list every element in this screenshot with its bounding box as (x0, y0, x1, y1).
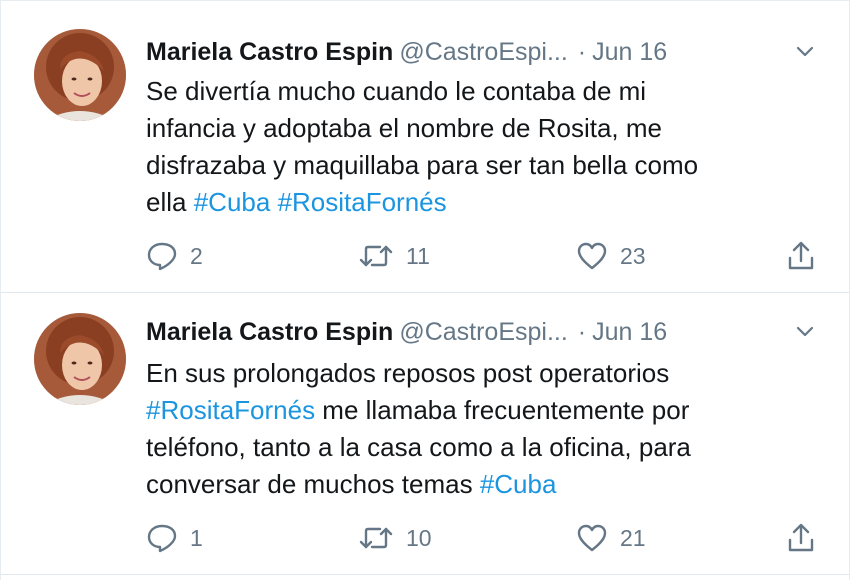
avatar[interactable] (34, 29, 126, 121)
retweet-count: 10 (406, 524, 432, 551)
reply-icon (147, 242, 177, 271)
tweet-text-line: teléfono, tanto a la casa como a la ofic… (146, 429, 826, 466)
text-segment: me llamaba frecuentemente por (315, 395, 690, 425)
like-count: 23 (620, 242, 646, 269)
reply-button[interactable]: 2 (146, 239, 203, 273)
share-icon (788, 523, 814, 552)
share-icon (788, 241, 814, 270)
avatar-image (34, 313, 126, 405)
hashtag-link[interactable]: #Cuba (480, 469, 557, 499)
chevron-down-icon (796, 46, 814, 57)
tweet-text-line: infancia y adoptaba el nombre de Rosita,… (146, 110, 826, 147)
reply-count: 1 (190, 524, 203, 551)
separator: · (577, 318, 587, 346)
text-segment: ella (146, 187, 194, 217)
tweet-text-line: #RositaFornés me llamaba frecuentemente … (146, 392, 826, 429)
tweet-text: Se divertía mucho cuando le contaba de m… (146, 73, 826, 221)
author-name[interactable]: Mariela Castro Espin (146, 318, 393, 346)
more-options-button[interactable] (793, 41, 817, 61)
like-button[interactable]: 21 (576, 521, 646, 555)
reply-count: 2 (190, 242, 203, 269)
tweet-actions: 2 11 23 (146, 239, 826, 273)
tweet-text-line: conversar de muchos temas #Cuba (146, 466, 826, 503)
tweet-text-line: Se divertía mucho cuando le contaba de m… (146, 73, 826, 110)
share-button[interactable] (786, 521, 816, 555)
more-options-button[interactable] (793, 321, 817, 341)
tweet-date[interactable]: Jun 16 (592, 318, 667, 346)
heart-icon (577, 524, 607, 552)
text-segment: disfrazaba y maquillaba para ser tan bel… (146, 150, 699, 180)
like-count: 21 (620, 524, 646, 551)
hashtag-link[interactable]: #RositaFornés (278, 187, 447, 217)
avatar[interactable] (34, 313, 126, 405)
tweet-header: Mariela Castro Espin @CastroEspi... · Jun 1… (146, 315, 786, 349)
tweet-feed: Mariela Castro Espin @CastroEspi... · Jun 1… (0, 0, 850, 580)
tweet-date[interactable]: Jun 16 (592, 38, 667, 66)
text-segment: conversar de muchos temas (146, 469, 480, 499)
tweet-text-line: disfrazaba y maquillaba para ser tan bel… (146, 147, 826, 184)
retweet-button[interactable]: 11 (358, 239, 430, 273)
retweet-icon (359, 245, 393, 267)
tweet[interactable]: Mariela Castro Espin @CastroEspi... · Jun 1… (1, 293, 849, 575)
hashtag-link[interactable]: #RositaFornés (146, 395, 315, 425)
text-segment: En sus prolongados reposos post operator… (146, 358, 670, 388)
tweet-text: En sus prolongados reposos post operator… (146, 355, 826, 503)
author-handle[interactable]: @CastroEspi... (399, 318, 567, 346)
text-segment: infancia y adoptaba el nombre de Rosita,… (146, 113, 662, 143)
text-segment: teléfono, tanto a la casa como a la ofic… (146, 432, 691, 462)
tweet-actions: 1 10 21 (146, 521, 826, 555)
like-button[interactable]: 23 (576, 239, 646, 273)
tweet-header: Mariela Castro Espin @CastroEspi... · Jun 1… (146, 35, 786, 69)
tweet[interactable]: Mariela Castro Espin @CastroEspi... · Jun 1… (1, 1, 849, 293)
heart-icon (577, 242, 607, 270)
retweet-button[interactable]: 10 (358, 521, 432, 555)
retweet-count: 11 (406, 242, 430, 269)
reply-icon (147, 524, 177, 553)
reply-button[interactable]: 1 (146, 521, 203, 555)
text-segment (270, 187, 277, 217)
tweet-text-line: ella #Cuba #RositaFornés (146, 184, 826, 221)
separator: · (577, 38, 587, 66)
chevron-down-icon (796, 326, 814, 337)
text-segment: Se divertía mucho cuando le contaba de m… (146, 76, 647, 106)
share-button[interactable] (786, 239, 816, 273)
hashtag-link[interactable]: #Cuba (194, 187, 271, 217)
author-handle[interactable]: @CastroEspi... (399, 38, 567, 66)
avatar-image (34, 29, 126, 121)
author-name[interactable]: Mariela Castro Espin (146, 38, 393, 66)
retweet-icon (359, 527, 393, 549)
tweet-text-line: En sus prolongados reposos post operator… (146, 355, 826, 392)
